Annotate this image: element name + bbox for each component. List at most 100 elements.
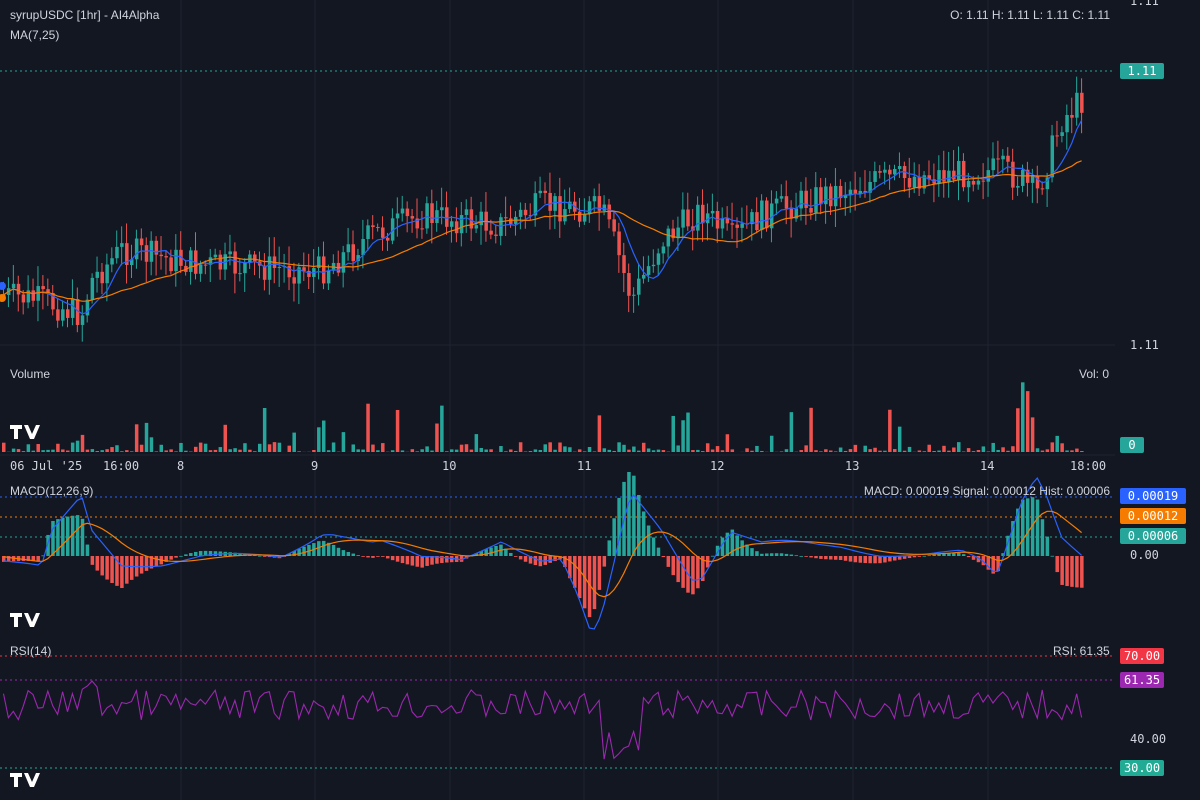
candle-body bbox=[174, 249, 178, 272]
volume-bar bbox=[932, 451, 936, 452]
volume-bar bbox=[917, 450, 922, 452]
volume-bar bbox=[297, 451, 301, 452]
candle-body bbox=[159, 254, 164, 257]
volume-bar bbox=[1065, 450, 1069, 452]
chart-canvas[interactable] bbox=[0, 0, 1200, 800]
candle-body bbox=[971, 180, 976, 185]
macd-hist-bar bbox=[513, 556, 518, 557]
volume-bar bbox=[661, 450, 666, 452]
volume-bar bbox=[164, 450, 168, 452]
candle-body bbox=[1060, 132, 1064, 136]
time-label: 18:00 bbox=[1070, 459, 1107, 473]
volume-readout: Vol: 0 bbox=[1079, 367, 1110, 381]
candle-body bbox=[893, 169, 897, 175]
candle-body bbox=[814, 187, 818, 213]
candle-body bbox=[686, 209, 690, 227]
volume-bar bbox=[420, 449, 424, 452]
candle-body bbox=[1075, 92, 1079, 118]
macd-hist-bar bbox=[1075, 556, 1079, 588]
candle-body bbox=[666, 228, 671, 247]
macd-hist-bar bbox=[75, 515, 80, 556]
macd-hist-bar bbox=[671, 556, 675, 576]
macd-hist-bar bbox=[735, 535, 739, 556]
time-label: 13 bbox=[845, 459, 860, 473]
macd-hist-bar bbox=[1050, 555, 1055, 557]
volume-bar bbox=[602, 448, 607, 452]
macd-hist-bar bbox=[750, 548, 754, 556]
macd-hist-bar bbox=[390, 556, 395, 561]
volume-bar bbox=[809, 407, 813, 452]
macd-hist-bar bbox=[302, 546, 306, 556]
macd-hist-bar bbox=[179, 555, 183, 557]
volume-bar bbox=[509, 449, 513, 452]
volume-bar bbox=[193, 446, 198, 452]
volume-bar bbox=[499, 446, 503, 452]
macd-hist-bar bbox=[774, 553, 779, 556]
candle-body bbox=[1030, 175, 1035, 183]
macd-hist-bar bbox=[873, 556, 877, 564]
volume-bar bbox=[317, 427, 321, 452]
volume-bar bbox=[21, 451, 26, 452]
volume-bar bbox=[533, 449, 538, 452]
candle-body bbox=[326, 270, 331, 284]
candle-body bbox=[789, 208, 794, 219]
volume-bar bbox=[863, 445, 867, 452]
macd-hist-bar bbox=[484, 549, 488, 556]
candle-body bbox=[203, 264, 208, 266]
candle-body bbox=[725, 218, 730, 224]
macd-hist-bar bbox=[1060, 556, 1064, 585]
macd-hist-bar bbox=[21, 556, 26, 561]
candle-body bbox=[1080, 92, 1084, 113]
macd-hist-bar bbox=[829, 556, 833, 560]
volume-bar bbox=[548, 442, 552, 452]
volume-bar bbox=[218, 447, 223, 452]
candle-body bbox=[986, 170, 991, 182]
volume-bar bbox=[750, 450, 754, 452]
volume-bar bbox=[11, 448, 16, 452]
macd-hist-bar bbox=[961, 554, 966, 556]
candle-body bbox=[646, 266, 651, 275]
volume-bar bbox=[833, 451, 838, 452]
volume-bar bbox=[262, 407, 267, 452]
macd-hist-bar bbox=[799, 555, 803, 557]
macd-hist-bar bbox=[381, 556, 385, 557]
candle-body bbox=[1055, 135, 1059, 137]
volume-bar bbox=[745, 448, 749, 452]
macd-hist-bar bbox=[760, 553, 764, 556]
rsi-value-tag: 61.35 bbox=[1120, 672, 1164, 688]
macd-hist-bar bbox=[632, 475, 636, 556]
macd-hist-bar bbox=[824, 556, 828, 560]
volume-bar bbox=[65, 450, 70, 452]
candle-body bbox=[755, 212, 759, 231]
volume-bar bbox=[563, 446, 567, 452]
macd-hist-bar bbox=[410, 556, 415, 566]
candle-body bbox=[351, 244, 356, 262]
macd-hist-bar bbox=[297, 548, 301, 556]
volume-bar bbox=[819, 451, 823, 452]
volume-bar bbox=[326, 450, 331, 452]
volume-bar bbox=[922, 451, 927, 452]
candle-body bbox=[395, 213, 400, 219]
candle-body bbox=[11, 283, 16, 289]
candle-body bbox=[617, 231, 621, 256]
candle-body bbox=[233, 251, 237, 274]
volume-bar bbox=[829, 450, 833, 452]
volume-bar bbox=[100, 450, 104, 452]
macd-hist-bar bbox=[789, 554, 794, 556]
volume-bar bbox=[622, 444, 626, 452]
volume-bar bbox=[1045, 449, 1050, 452]
candle-body bbox=[346, 244, 351, 253]
volume-bar bbox=[577, 449, 582, 452]
volume-bar bbox=[90, 449, 95, 452]
volume-bar bbox=[1011, 446, 1015, 452]
candle-body bbox=[602, 204, 607, 211]
volume-bar bbox=[947, 450, 951, 452]
candle-body bbox=[961, 160, 966, 188]
volume-last-tag: 0 bbox=[1120, 437, 1144, 453]
candle-body bbox=[1001, 155, 1005, 160]
macd-hist-bar bbox=[1070, 556, 1074, 587]
volume-bar bbox=[853, 444, 858, 452]
macd-hist-bar bbox=[405, 556, 410, 565]
macd-hist-bar bbox=[336, 547, 341, 556]
volume-bar bbox=[902, 450, 907, 452]
